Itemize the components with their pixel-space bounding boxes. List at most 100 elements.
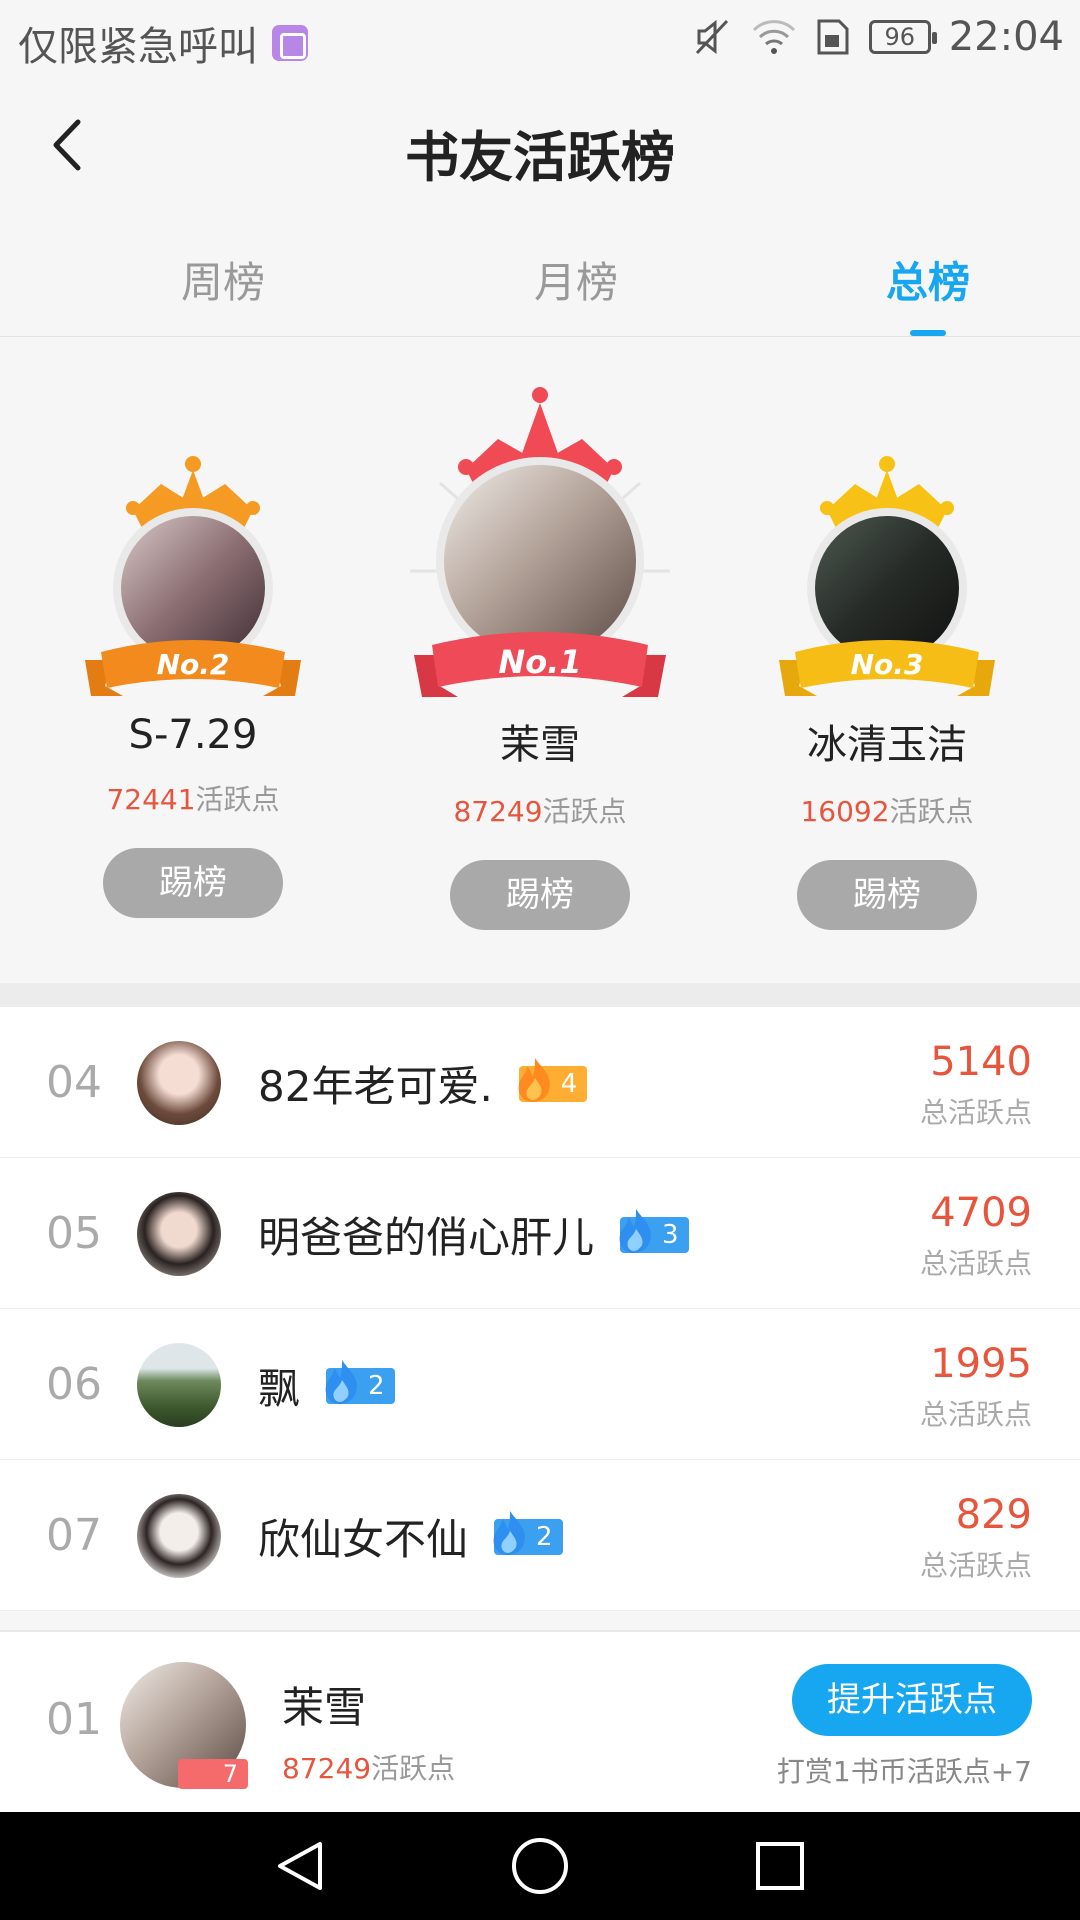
user-name: 欣仙女不仙 xyxy=(258,1515,469,1564)
page-title: 书友活跃榜 xyxy=(405,126,675,189)
avatar[interactable] xyxy=(137,1343,221,1427)
status-bar: 仅限紧急呼叫 96 22:04 xyxy=(0,0,1080,75)
my-points: 87249活跃点 xyxy=(282,1747,455,1787)
my-level-badge: 7 xyxy=(178,1759,248,1789)
carrier-text: 仅限紧急呼叫 xyxy=(18,24,258,70)
gallery-icon xyxy=(272,25,308,61)
points-value: 4709 xyxy=(930,1190,1032,1236)
podium-rank-3[interactable]: No.3 冰清玉洁 16092活跃点 踢榜 xyxy=(757,448,1017,930)
sim-icon xyxy=(817,19,849,55)
points-label: 总活跃点 xyxy=(919,1398,1032,1431)
my-name: 茉雪 xyxy=(282,1683,367,1732)
status-right: 96 22:04 xyxy=(691,14,1064,60)
tab-bar: 周榜 月榜 总榜 xyxy=(0,215,1080,337)
podium-name: S-7.29 xyxy=(128,712,258,758)
rank-number: 04 xyxy=(46,1057,102,1108)
points-block: 5140 总活跃点 xyxy=(920,1039,1032,1131)
level-badge: 2 xyxy=(493,1510,563,1555)
level-number: 7 xyxy=(222,1760,238,1788)
user-name: 明爸爸的俏心肝儿 xyxy=(258,1213,595,1262)
my-rank-number: 01 xyxy=(46,1694,102,1745)
status-left: 仅限紧急呼叫 xyxy=(18,14,308,72)
tab-weekly[interactable]: 周榜 xyxy=(123,249,323,310)
level-badge: 3 xyxy=(619,1208,689,1253)
list-item[interactable]: 04 82年老可爱. 4 5140 总活跃点 xyxy=(0,1007,1080,1158)
podium: No.2 S-7.29 72441活跃点 踢榜 No.1 茉雪 87249活跃点… xyxy=(0,338,1080,983)
points-suffix: 活跃点 xyxy=(195,783,280,816)
tab-monthly[interactable]: 月榜 xyxy=(476,249,676,310)
points-value: 1995 xyxy=(930,1341,1032,1387)
name-wrap: 明爸爸的俏心肝儿 3 xyxy=(258,1204,689,1265)
flame-icon xyxy=(518,1057,550,1102)
rank-label: No.3 xyxy=(851,648,924,681)
rank-number: 06 xyxy=(46,1359,102,1410)
points-suffix: 活跃点 xyxy=(371,1752,456,1785)
level-badge: 2 xyxy=(325,1359,395,1404)
tab-label: 月榜 xyxy=(533,258,618,307)
list-item[interactable]: 07 欣仙女不仙 2 829 总活跃点 xyxy=(0,1460,1080,1611)
avatar xyxy=(815,516,959,660)
podium-points: 87249活跃点 xyxy=(410,790,670,830)
podium-name: 茉雪 xyxy=(500,722,580,768)
points-label: 总活跃点 xyxy=(919,1549,1032,1582)
points-suffix: 活跃点 xyxy=(542,795,627,828)
points-value: 5140 xyxy=(930,1039,1032,1085)
navigation-bar xyxy=(0,1812,1080,1920)
podium-rank-1[interactable]: No.1 茉雪 87249活跃点 踢榜 xyxy=(410,383,670,930)
level-number: 2 xyxy=(368,1370,385,1401)
name-wrap: 飘 2 xyxy=(258,1355,395,1416)
avatar[interactable] xyxy=(137,1041,221,1125)
rank-3-avatar-frame: No.3 xyxy=(779,456,995,696)
ranking-list: 04 82年老可爱. 4 5140 总活跃点 05 明爸爸的俏心肝儿 3 470… xyxy=(0,1007,1080,1611)
user-name: 82年老可爱. xyxy=(258,1062,493,1111)
tab-active-indicator xyxy=(910,330,946,336)
avatar xyxy=(121,516,265,660)
name-wrap: 82年老可爱. 4 xyxy=(258,1053,588,1114)
recents-square-icon[interactable] xyxy=(750,1836,810,1896)
podium-name: 冰清玉洁 xyxy=(807,722,967,768)
rank-1-avatar-frame: No.1 xyxy=(410,387,670,697)
points-value: 16092 xyxy=(800,795,890,828)
points-label: 总活跃点 xyxy=(919,1096,1032,1129)
points-label: 总活跃点 xyxy=(919,1247,1032,1280)
my-rank-bar: 01 7 茉雪 87249活跃点 提升活跃点 打赏1书币活跃点+7 xyxy=(0,1630,1080,1812)
boost-activity-button[interactable]: 提升活跃点 xyxy=(792,1664,1032,1736)
rank-2-avatar-frame: No.2 xyxy=(85,456,301,696)
avatar xyxy=(444,465,636,657)
podium-points: 72441活跃点 xyxy=(63,778,323,818)
flame-icon xyxy=(493,1510,525,1555)
mute-icon xyxy=(695,19,728,55)
points-suffix: 活跃点 xyxy=(889,795,974,828)
list-item[interactable]: 06 飘 2 1995 总活跃点 xyxy=(0,1309,1080,1460)
list-item[interactable]: 05 明爸爸的俏心肝儿 3 4709 总活跃点 xyxy=(0,1158,1080,1309)
points-value: 72441 xyxy=(106,783,196,816)
tab-overall[interactable]: 总榜 xyxy=(828,249,1028,336)
name-wrap: 欣仙女不仙 2 xyxy=(258,1506,563,1567)
podium-rank-2[interactable]: No.2 S-7.29 72441活跃点 踢榜 xyxy=(63,448,323,918)
points-block: 829 总活跃点 xyxy=(920,1492,1032,1584)
section-divider xyxy=(0,983,1080,1007)
rank-number: 05 xyxy=(46,1208,102,1259)
flame-icon xyxy=(619,1208,651,1253)
avatar[interactable] xyxy=(137,1494,221,1578)
user-name: 飘 xyxy=(258,1364,301,1413)
podium-points: 16092活跃点 xyxy=(757,790,1017,830)
battery-icon: 96 xyxy=(868,20,937,54)
points-block: 4709 总活跃点 xyxy=(920,1190,1032,1282)
kick-button[interactable]: 踢榜 xyxy=(450,860,630,930)
level-number: 4 xyxy=(560,1068,578,1099)
rank-number: 07 xyxy=(46,1510,102,1561)
home-circle-icon[interactable] xyxy=(510,1836,570,1896)
back-triangle-icon[interactable] xyxy=(270,1836,330,1896)
kick-button[interactable]: 踢榜 xyxy=(797,860,977,930)
clock: 22:04 xyxy=(948,14,1064,60)
kick-button[interactable]: 踢榜 xyxy=(103,848,283,918)
header: 书友活跃榜 xyxy=(0,75,1080,215)
points-value: 87249 xyxy=(282,1752,372,1785)
rank-label: No.2 xyxy=(157,648,230,681)
level-badge: 4 xyxy=(518,1057,588,1102)
points-value: 87249 xyxy=(453,795,543,828)
avatar[interactable] xyxy=(137,1192,221,1276)
battery-level: 96 xyxy=(884,23,915,51)
level-number: 2 xyxy=(536,1521,553,1552)
